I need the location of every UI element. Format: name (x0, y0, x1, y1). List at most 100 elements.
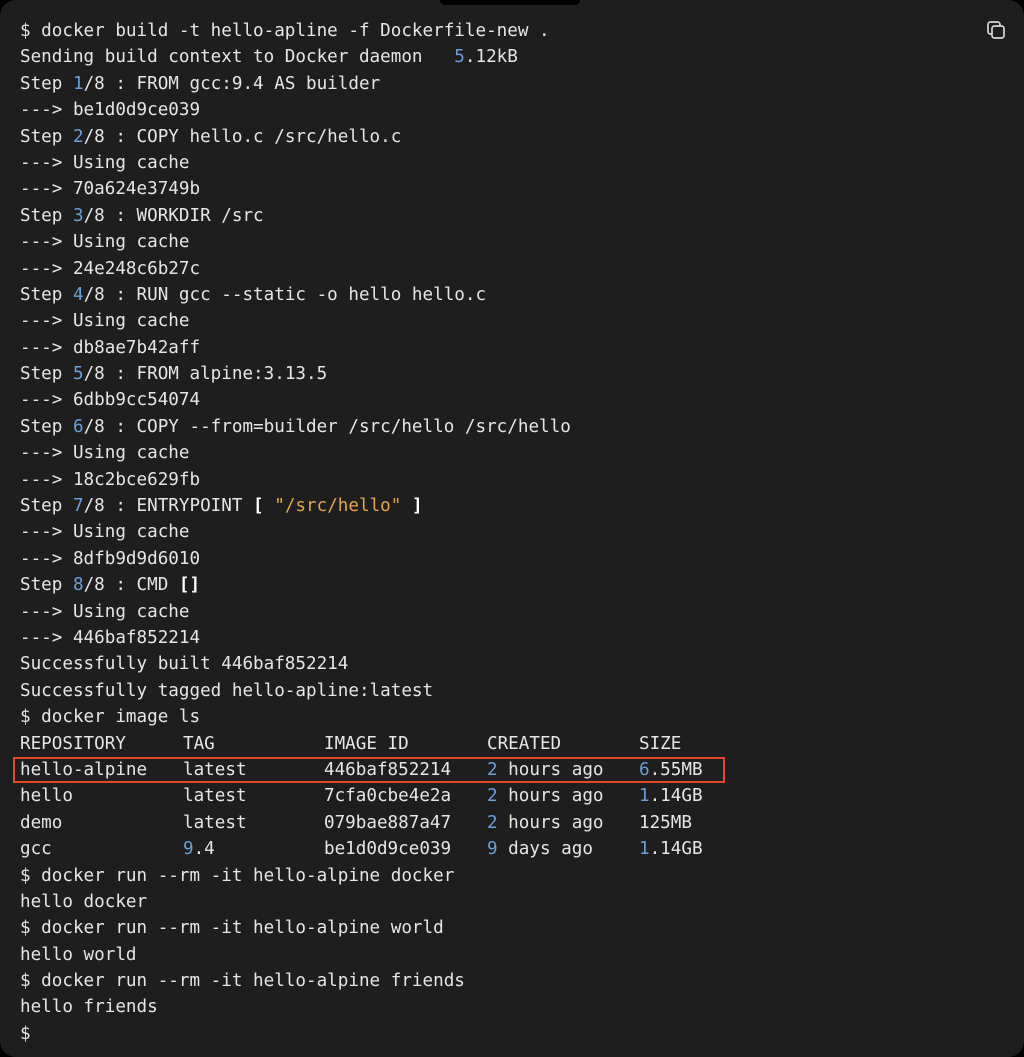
step-output: ---> 6dbb9cc54074 (20, 390, 201, 411)
success-text: Successfully tagged hello-apline:latest (20, 680, 434, 701)
step-bracket: [ (253, 496, 264, 517)
context-text: Sending build context to Docker daemon (20, 47, 455, 68)
step-output: ---> 70a624e3749b (20, 179, 201, 200)
step-label: Step (20, 126, 73, 147)
size-cell: 6.55MB (639, 757, 729, 783)
step-label: Step (20, 205, 73, 226)
run-command-line: $ docker run --rm -it hello-alpine world (20, 915, 964, 941)
run-output: hello friends (20, 997, 158, 1018)
build-step-output-line: ---> Using cache (20, 308, 964, 334)
image-id: 446baf852214 (324, 759, 452, 780)
created-cell: 2 hours ago (487, 810, 639, 836)
step-number: 5 (72, 364, 84, 385)
repository-name: gcc (20, 839, 52, 860)
step-bracket: [] (178, 575, 201, 596)
build-step-output-line: ---> Using cache (20, 229, 964, 255)
terminal-output[interactable]: $ docker build -t hello-apline -f Docker… (20, 18, 964, 1047)
context-size-unit: .12kB (464, 47, 518, 68)
build-step-line: Step 5/8 : FROM alpine:3.13.5 (20, 361, 964, 387)
size-cell: 125MB (639, 810, 729, 836)
header-text: IMAGE ID (324, 733, 409, 754)
size-text: .55MB (649, 759, 703, 780)
step-number: 6 (72, 416, 84, 437)
copy-icon (984, 18, 1008, 42)
step-output: ---> Using cache (20, 152, 190, 173)
repository-name: hello (20, 786, 73, 807)
prompt: $ (20, 1023, 31, 1044)
build-step-line: Step 8/8 : CMD [] (20, 572, 964, 598)
image-id-cell: be1d0d9ce039 (324, 836, 487, 862)
step-label: Step (20, 284, 73, 305)
step-string: "/src/hello" (263, 496, 412, 517)
tag-text: latest (183, 759, 247, 780)
run-output-line: hello friends (20, 994, 964, 1020)
step-instruction: /8 : WORKDIR /src (83, 205, 264, 226)
image-id: 7cfa0cbe4e2a (324, 786, 452, 807)
table-header-cell: SIZE (639, 731, 729, 757)
run-output: hello docker (20, 891, 148, 912)
header-text: SIZE (639, 733, 682, 754)
tag-cell: 9.4 (183, 836, 324, 862)
step-output: ---> Using cache (20, 522, 190, 543)
run-output-line: hello docker (20, 889, 964, 915)
table-row: demo latest 079bae887a47 2 hours ago 125MB (20, 810, 964, 836)
tag-text: .4 (193, 839, 215, 860)
step-number: 3 (72, 205, 84, 226)
run-output: hello world (20, 944, 137, 965)
tag-cell: latest (183, 810, 324, 836)
run-command-line: $ docker run --rm -it hello-alpine frien… (20, 968, 964, 994)
build-step-output-line: ---> db8ae7b42aff (20, 335, 964, 361)
command-text: $ docker image ls (20, 707, 201, 728)
run-output-line: hello world (20, 942, 964, 968)
table-header-cell: CREATED (487, 731, 639, 757)
prompt-line: $ (20, 1021, 964, 1047)
step-label: Step (20, 364, 73, 385)
step-label: Step (20, 73, 73, 94)
image-id: be1d0d9ce039 (324, 839, 452, 860)
step-instruction: /8 : CMD (83, 575, 179, 596)
step-instruction: /8 : COPY --from=builder /src/hello /src… (83, 416, 571, 437)
build-step-output-line: ---> Using cache (20, 150, 964, 176)
header-text: TAG (183, 733, 215, 754)
size-text: 125MB (639, 812, 692, 833)
context-size-number: 5 (454, 47, 465, 68)
terminal-window[interactable]: $ docker build -t hello-apline -f Docker… (0, 0, 1024, 1057)
step-output: ---> db8ae7b42aff (20, 337, 201, 358)
step-output: ---> Using cache (20, 311, 190, 332)
build-step-output-line: ---> 8dfb9d9d6010 (20, 546, 964, 572)
header-text: CREATED (487, 733, 562, 754)
size-text: .14GB (649, 786, 703, 807)
image-id: 079bae887a47 (324, 812, 452, 833)
repository-name: demo (20, 812, 63, 833)
step-number: 4 (72, 284, 84, 305)
step-number: 8 (72, 575, 84, 596)
build-step-output-line: ---> Using cache (20, 599, 964, 625)
size-cell: 1.14GB (639, 783, 729, 809)
created-number: 2 (487, 786, 498, 807)
size-number: 1 (639, 839, 650, 860)
size-cell: 1.14GB (639, 836, 729, 862)
repository-name: hello-alpine (20, 759, 148, 780)
step-instruction: /8 : FROM alpine:3.13.5 (83, 364, 328, 385)
copy-button[interactable] (984, 18, 1008, 42)
created-cell: 9 days ago (487, 836, 639, 862)
command-text: $ docker run --rm -it hello-alpine docke… (20, 865, 455, 886)
created-cell: 2 hours ago (487, 757, 639, 783)
created-cell: 2 hours ago (487, 783, 639, 809)
size-text: .14GB (649, 839, 703, 860)
step-output: ---> 446baf852214 (20, 627, 201, 648)
step-output: ---> Using cache (20, 443, 190, 464)
build-step-output-line: ---> Using cache (20, 440, 964, 466)
repository-cell: hello-alpine (20, 757, 183, 783)
created-text: hours ago (497, 812, 604, 833)
tag-success-line: Successfully tagged hello-apline:latest (20, 678, 964, 704)
created-text: hours ago (497, 759, 604, 780)
image-id-cell: 079bae887a47 (324, 810, 487, 836)
build-step-line: Step 1/8 : FROM gcc:9.4 AS builder (20, 71, 964, 97)
tag-cell: latest (183, 783, 324, 809)
step-output: ---> 18c2bce629fb (20, 469, 201, 490)
table-row-highlighted: hello-alpine latest 446baf852214 2 hours ag… (20, 757, 964, 783)
step-number: 7 (72, 496, 84, 517)
run-command-line: $ docker run --rm -it hello-alpine docke… (20, 863, 964, 889)
step-label: Step (20, 575, 73, 596)
